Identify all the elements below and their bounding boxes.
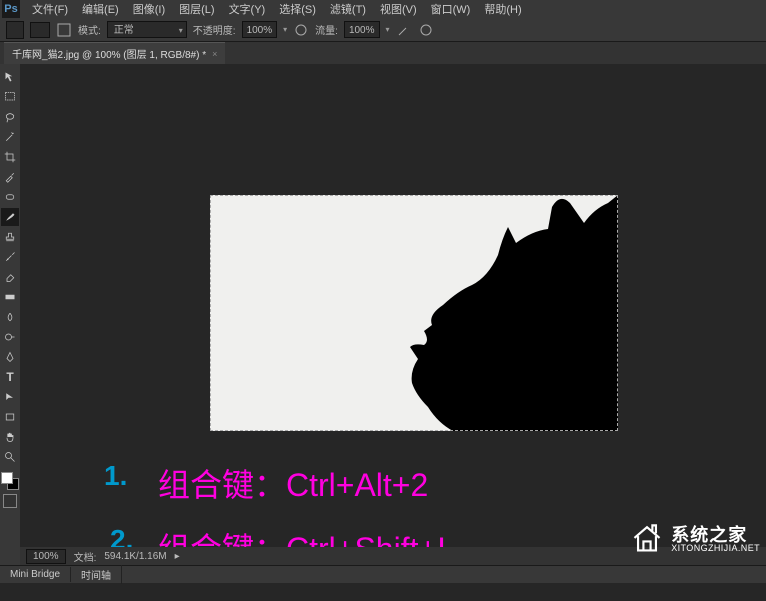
house-icon (629, 520, 665, 559)
menubar: Ps 文件(F) 编辑(E) 图像(I) 图层(L) 文字(Y) 选择(S) 滤… (0, 0, 766, 18)
zoom-tool[interactable] (1, 448, 19, 466)
menu-layer[interactable]: 图层(L) (173, 0, 220, 19)
watermark-en: XITONGZHIJIA.NET (671, 544, 760, 553)
dodge-tool[interactable] (1, 328, 19, 346)
pen-tool[interactable] (1, 348, 19, 366)
blend-mode-dropdown[interactable]: 正常 (107, 21, 187, 38)
flow-input[interactable]: 100% (344, 21, 380, 38)
tab-timeline[interactable]: 时间轴 (71, 565, 122, 584)
color-swatches[interactable] (1, 472, 19, 490)
airbrush-icon[interactable] (396, 22, 412, 38)
docinfo-label: 文档: (74, 549, 97, 564)
stamp-tool[interactable] (1, 228, 19, 246)
healing-tool[interactable] (1, 188, 19, 206)
magic-wand-tool[interactable] (1, 128, 19, 146)
flow-label: 流量: (315, 22, 338, 37)
tab-minibridge[interactable]: Mini Bridge (0, 567, 71, 582)
marquee-tool[interactable] (1, 88, 19, 106)
document-tab-title: 千库网_猫2.jpg @ 100% (图层 1, RGB/8#) * (12, 46, 206, 61)
menu-type[interactable]: 文字(Y) (223, 0, 272, 19)
fg-color-swatch[interactable] (1, 472, 13, 484)
menu-view[interactable]: 视图(V) (374, 0, 423, 19)
menu-filter[interactable]: 滤镜(T) (324, 0, 372, 19)
document-tabbar: 千库网_猫2.jpg @ 100% (图层 1, RGB/8#) * × (0, 42, 766, 64)
menu-image[interactable]: 图像(I) (127, 0, 171, 19)
watermark: 系统之家 XITONGZHIJIA.NET (629, 520, 760, 559)
pressure-opacity-icon[interactable] (293, 22, 309, 38)
canvas-area[interactable]: 1. 组合键：Ctrl+Alt+2 2. 组合键：Ctrl+Shift+I (20, 64, 766, 583)
tools-panel: T (0, 64, 20, 583)
shape-tool[interactable] (1, 408, 19, 426)
history-brush-tool[interactable] (1, 248, 19, 266)
path-select-tool[interactable] (1, 388, 19, 406)
watermark-cn: 系统之家 (671, 526, 760, 544)
opacity-input[interactable]: 100% (242, 21, 278, 38)
menu-window[interactable]: 窗口(W) (425, 0, 477, 19)
ps-logo: Ps (2, 0, 20, 18)
eraser-tool[interactable] (1, 268, 19, 286)
pressure-size-icon[interactable] (418, 22, 434, 38)
brush-tool[interactable] (1, 208, 19, 226)
document-canvas[interactable] (210, 195, 618, 431)
menu-select[interactable]: 选择(S) (273, 0, 322, 19)
menu-help[interactable]: 帮助(H) (478, 0, 527, 19)
close-tab-icon[interactable]: × (212, 49, 217, 59)
document-tab[interactable]: 千库网_猫2.jpg @ 100% (图层 1, RGB/8#) * × (4, 42, 225, 64)
flow-chevron-icon[interactable]: ▾ (386, 25, 390, 34)
docinfo-value: 594.1K/1.16M (104, 551, 166, 562)
type-tool[interactable]: T (1, 368, 19, 386)
cat-silhouette (398, 195, 618, 431)
options-bar: 模式: 正常 不透明度: 100% ▾ 流量: 100% ▾ (0, 18, 766, 42)
bottom-panel-tabs: Mini Bridge 时间轴 (0, 565, 766, 583)
quickmask-toggle[interactable] (3, 494, 17, 508)
opacity-label: 不透明度: (193, 22, 236, 37)
eyedropper-tool[interactable] (1, 168, 19, 186)
annotation-line-1: 组合键：Ctrl+Alt+2 (158, 460, 428, 506)
crop-tool[interactable] (1, 148, 19, 166)
menu-file[interactable]: 文件(F) (26, 0, 74, 19)
gradient-tool[interactable] (1, 288, 19, 306)
move-tool[interactable] (1, 68, 19, 86)
brush-preset-picker[interactable] (30, 22, 50, 38)
brush-panel-icon[interactable] (56, 22, 72, 38)
hand-tool[interactable] (1, 428, 19, 446)
zoom-input[interactable]: 100% (26, 549, 66, 564)
docinfo-arrow-icon[interactable]: ▸ (175, 551, 180, 562)
opacity-chevron-icon[interactable]: ▾ (283, 25, 287, 34)
mode-label: 模式: (78, 22, 101, 37)
tool-preset-picker[interactable] (6, 21, 24, 39)
blur-tool[interactable] (1, 308, 19, 326)
menu-edit[interactable]: 编辑(E) (76, 0, 125, 19)
annotation-number-1: 1. (104, 460, 127, 492)
workspace: T 1. 组合键：Ctrl+Alt+2 2. 组合键：Ctrl+Shift+I (0, 64, 766, 583)
lasso-tool[interactable] (1, 108, 19, 126)
